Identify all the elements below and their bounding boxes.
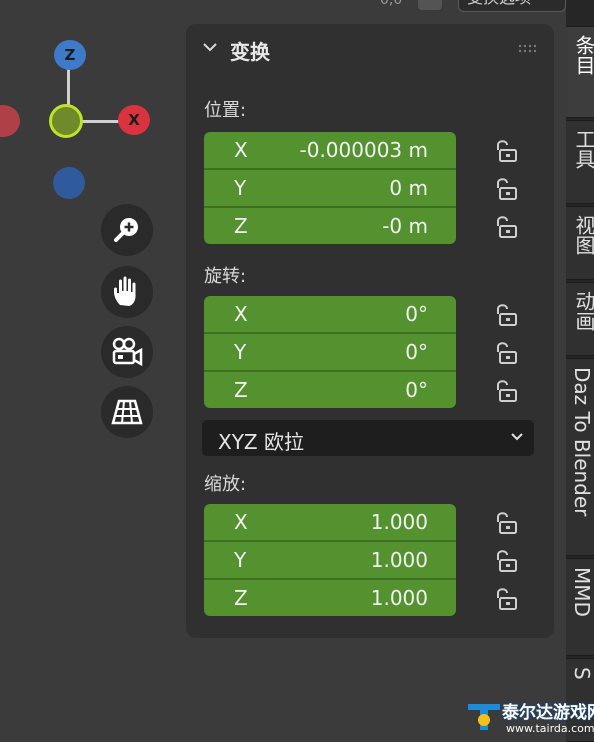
axis-label: X [234, 302, 248, 326]
lock-icon[interactable] [490, 340, 520, 366]
lock-icon[interactable] [490, 138, 520, 164]
hand-icon [114, 276, 136, 306]
x-axis-ball[interactable]: X [118, 105, 150, 135]
drag-grip-icon[interactable] [518, 44, 540, 54]
rotation-label: 旋转: [204, 266, 247, 287]
lock-icon[interactable] [490, 214, 520, 240]
tab-label: 视图 [572, 215, 594, 255]
tab-view[interactable]: 视图 [566, 206, 594, 280]
z-axis-ball[interactable]: Z [54, 40, 86, 70]
tab-label: MMD [570, 567, 594, 617]
tab-label: S [570, 667, 594, 680]
scale-fields: X 1.000 Y 1.000 Z 1.000 [204, 504, 456, 616]
tab-item[interactable]: 条目 [566, 26, 594, 118]
rotation-mode-select[interactable]: XYZ 欧拉 [202, 420, 534, 456]
location-x-field[interactable]: X -0.000003 m [204, 132, 456, 170]
axis-label: Y [234, 548, 247, 572]
axis-label: X [234, 138, 248, 162]
rotation-fields: X 0° Y 0° Z 0° [204, 296, 456, 408]
rotation-mode-value: XYZ 欧拉 [218, 430, 304, 454]
tab-daz-to-blender[interactable]: Daz To Blender [566, 358, 594, 556]
lock-icon[interactable] [490, 302, 520, 328]
panel-title: 变换 [230, 40, 270, 64]
field-value: 1.000 [370, 586, 428, 610]
watermark-title: 泰尔达游戏网 [502, 703, 594, 723]
axis-label: Y [234, 176, 247, 200]
location-y-field[interactable]: Y 0 m [204, 170, 456, 208]
tab-mmd[interactable]: MMD [566, 558, 594, 656]
rotation-y-field[interactable]: Y 0° [204, 334, 456, 372]
rotation-z-field[interactable]: Z 0° [204, 372, 456, 408]
grid-icon [111, 399, 143, 425]
lock-icon[interactable] [490, 586, 520, 612]
tab-animation[interactable]: 动画 [566, 282, 594, 356]
axis-label: Z [234, 378, 248, 402]
location-z-field[interactable]: Z -0 m [204, 208, 456, 244]
axis-label: Z [234, 214, 248, 238]
location-fields: X -0.000003 m Y 0 m Z -0 m [204, 132, 456, 244]
scale-label: 缩放: [204, 474, 247, 495]
watermark-url: www.tairda.com [506, 722, 594, 735]
field-value: 1.000 [370, 510, 428, 534]
field-value: 0° [405, 378, 428, 402]
tab-label: 动画 [572, 291, 594, 331]
zoom-button[interactable] [101, 204, 153, 256]
field-value: 1.000 [370, 548, 428, 572]
pan-button[interactable] [101, 266, 153, 318]
header-mini-text: 0,0 [380, 0, 403, 8]
transform-panel: 变换 位置: X -0.000003 m Y 0 m Z -0 m 旋转: X … [186, 24, 554, 638]
tab-label: 工具 [572, 129, 594, 169]
watermark-logo [468, 704, 500, 730]
perspective-toggle-button[interactable] [101, 386, 153, 438]
field-value: 0° [405, 340, 428, 364]
lock-icon[interactable] [490, 378, 520, 404]
panel-header[interactable]: 变换 [186, 24, 554, 74]
scale-z-field[interactable]: Z 1.000 [204, 580, 456, 616]
sidebar-tabs: 条目 工具 视图 动画 Daz To Blender MMD S [566, 0, 594, 742]
field-value: -0.000003 m [299, 138, 429, 162]
lock-icon[interactable] [490, 510, 520, 536]
tab-tool[interactable]: 工具 [566, 120, 594, 204]
location-label: 位置: [204, 100, 247, 121]
scale-y-field[interactable]: Y 1.000 [204, 542, 456, 580]
axis-label: Z [234, 586, 248, 610]
camera-view-button[interactable] [101, 326, 153, 378]
neg-z-axis-ball[interactable] [53, 167, 85, 199]
axis-label: Y [234, 340, 247, 364]
z-axis-label: Z [64, 46, 76, 64]
y-axis-ball[interactable] [49, 104, 83, 138]
transform-options-dropdown[interactable]: 变换选项 [458, 0, 566, 12]
rotation-x-field[interactable]: X 0° [204, 296, 456, 334]
tab-label: 条目 [572, 35, 594, 75]
watermark: 泰尔达游戏网 www.tairda.com [462, 694, 594, 740]
chevron-down-icon[interactable] [202, 40, 218, 54]
header-toggle-icon[interactable] [418, 0, 442, 10]
camera-icon [112, 337, 143, 367]
3d-viewport[interactable]: 0,0 变换选项 Z X [0, 0, 594, 742]
neg-x-axis-ball[interactable] [0, 105, 20, 137]
tab-label: Daz To Blender [570, 367, 594, 517]
axis-label: X [234, 510, 248, 534]
x-axis-label: X [128, 111, 140, 129]
scale-x-field[interactable]: X 1.000 [204, 504, 456, 542]
field-value: 0° [405, 302, 428, 326]
field-value: -0 m [382, 214, 428, 238]
chevron-down-icon [511, 433, 523, 441]
zoom-in-icon [114, 218, 138, 242]
lock-icon[interactable] [490, 176, 520, 202]
lock-icon[interactable] [490, 548, 520, 574]
field-value: 0 m [389, 176, 428, 200]
